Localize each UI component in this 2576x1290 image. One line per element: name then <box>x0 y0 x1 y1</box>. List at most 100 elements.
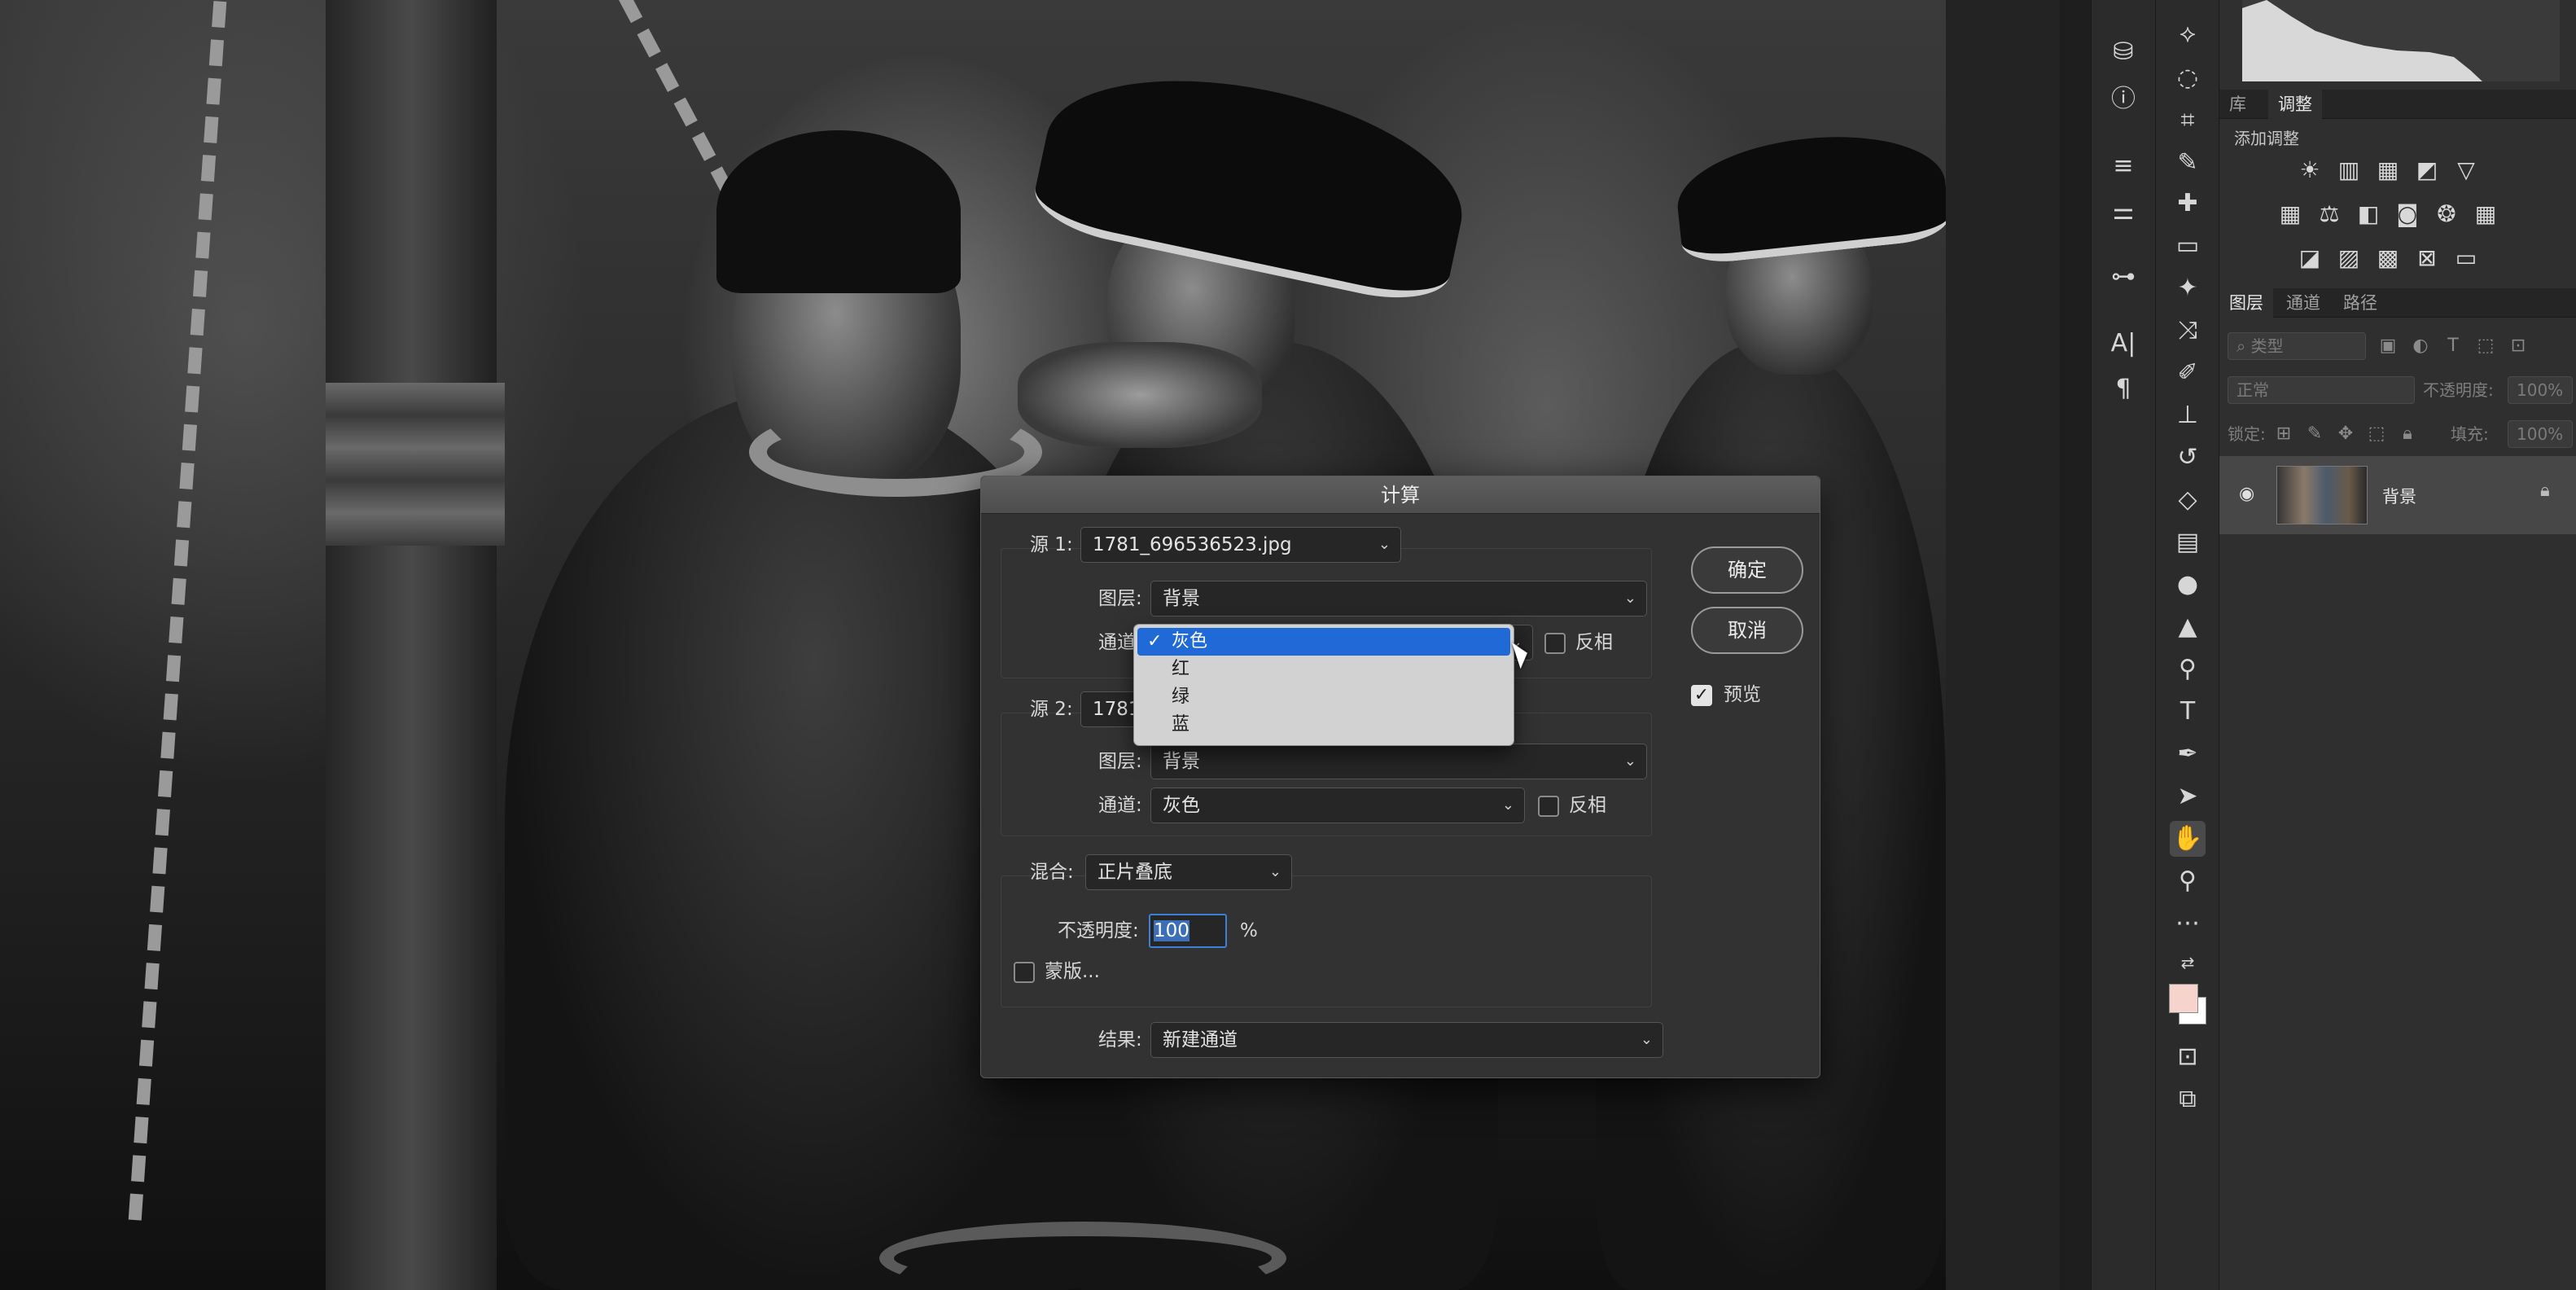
fill-label: 填充: <box>2451 424 2489 444</box>
hue-saturation-icon[interactable]: ▦ <box>2276 200 2304 228</box>
tab-layers[interactable]: 图层 <box>2219 288 2273 318</box>
layer-opacity-field[interactable]: 100% <box>2508 376 2573 404</box>
tools-toolbar: ⟡ ◌ ⌗ ✎ ✚ ▭ ✦ ⤨ ✐ ⊥ ↺ ◇ ▤ ● ▲ ⚲ T ✒ ➤ ✋ … <box>2156 0 2219 1290</box>
blur-tool-icon[interactable]: ● <box>2170 567 2206 603</box>
exposure-icon[interactable]: ◩ <box>2413 156 2441 184</box>
channel-option-red[interactable]: 红 <box>1137 656 1510 683</box>
source2-channel-select[interactable]: 灰色 ⌄ <box>1150 788 1525 823</box>
swap-colors-icon[interactable]: ⇄ <box>2170 945 2206 981</box>
invert-icon[interactable]: ◪ <box>2296 244 2324 272</box>
lock-all-icon[interactable]: 🔒︎ <box>2394 420 2421 448</box>
path-selection-tool-icon[interactable]: ➤ <box>2170 779 2206 814</box>
eraser-tool-icon[interactable]: ◇ <box>2170 482 2206 518</box>
canvas-gutter <box>1946 0 2060 1290</box>
blend-opacity-input[interactable]: 100 <box>1149 914 1227 948</box>
tab-library[interactable]: 库 <box>2219 90 2256 119</box>
pen-tool-icon[interactable]: ✒ <box>2170 736 2206 772</box>
channel-option-label: 绿 <box>1172 687 1190 707</box>
spot-healing-tool-icon[interactable]: ✚ <box>2170 186 2206 222</box>
curves-icon[interactable]: ▦ <box>2374 156 2402 184</box>
photo-filter-icon[interactable]: ◙ <box>2394 200 2421 228</box>
paragraph-panel-icon[interactable]: ¶ <box>2105 371 2141 407</box>
threshold-icon[interactable]: ▩ <box>2374 244 2402 272</box>
gradient-tool-icon[interactable]: ▤ <box>2170 524 2206 560</box>
layer-name: 背景 <box>2382 487 2416 507</box>
brush-tool-icon[interactable]: ✐ <box>2170 355 2206 391</box>
filter-shape-icon[interactable]: ⬚ <box>2472 332 2499 360</box>
source1-file-select[interactable]: 1781_696536523.jpg ⌄ <box>1080 527 1401 563</box>
character-panel-icon[interactable]: A| <box>2105 326 2141 362</box>
source2-invert-checkbox[interactable] <box>1538 796 1559 817</box>
sharpen-tool-icon[interactable]: ▲ <box>2170 609 2206 645</box>
eyedropper-tool-icon[interactable]: ✎ <box>2170 145 2206 181</box>
quick-mask-icon[interactable]: ⊡ <box>2170 1039 2206 1075</box>
layer-row-background[interactable]: ◉ 背景 🔒︎ <box>2219 456 2576 534</box>
source1-layer-select[interactable]: 背景 ⌄ <box>1150 581 1647 616</box>
quick-selection-tool-icon[interactable]: ◌ <box>2170 60 2206 96</box>
dodge-tool-icon[interactable]: ⚲ <box>2170 652 2206 687</box>
source2-layer-select[interactable]: 背景 ⌄ <box>1150 744 1647 779</box>
fill-field[interactable]: 100% <box>2508 420 2573 448</box>
history-brush-tool-icon[interactable]: ↺ <box>2170 440 2206 476</box>
foreground-color-swatch[interactable] <box>2169 984 2198 1013</box>
lock-position-icon[interactable]: ✥ <box>2332 420 2359 448</box>
filter-pixel-icon[interactable]: ▣ <box>2374 332 2402 360</box>
properties-panel-icon[interactable]: ⛁ <box>2105 34 2141 70</box>
filter-type-icon[interactable]: T <box>2439 332 2467 360</box>
source1-invert-checkbox[interactable] <box>1544 633 1566 654</box>
levels-icon[interactable]: ▥ <box>2335 156 2363 184</box>
ok-button[interactable]: 确定 <box>1691 546 1803 594</box>
result-select[interactable]: 新建通道 ⌄ <box>1150 1022 1663 1058</box>
channel-mixer-icon[interactable]: ❂ <box>2433 200 2460 228</box>
channel-option-blue[interactable]: 蓝 <box>1137 711 1510 739</box>
source2-channel-label: 通道: <box>1098 795 1142 816</box>
tab-paths[interactable]: 路径 <box>2333 288 2387 318</box>
lock-artboard-icon[interactable]: ⬚ <box>2363 420 2390 448</box>
color-lookup-icon[interactable]: ▦ <box>2472 200 2499 228</box>
channel-option-green[interactable]: 绿 <box>1137 683 1510 711</box>
black-white-icon[interactable]: ◧ <box>2355 200 2382 228</box>
blend-mode-dialog-value: 正片叠底 <box>1097 862 1172 883</box>
bandage-tool-icon[interactable]: ▭ <box>2170 228 2206 264</box>
brush-settings-icon[interactable]: ≡ <box>2105 148 2141 184</box>
filter-adjustment-icon[interactable]: ◐ <box>2407 332 2434 360</box>
vibrance-icon[interactable]: ▽ <box>2452 156 2480 184</box>
hand-tool-icon[interactable]: ✋ <box>2170 821 2206 857</box>
wooden-post-binding <box>326 383 505 546</box>
source1-label: 源 1: <box>1030 534 1073 555</box>
screen-mode-icon[interactable]: ⧉ <box>2170 1082 2206 1117</box>
eye-icon[interactable]: ◉ <box>2239 484 2254 504</box>
blend-opacity-unit: % <box>1240 920 1258 941</box>
polygon-lasso-tool-icon[interactable]: ⟡ <box>2170 16 2206 52</box>
crop-tool-icon[interactable]: ⌗ <box>2170 103 2206 138</box>
layer-filter-select[interactable]: ⌕ 类型 <box>2228 332 2366 360</box>
tab-channels[interactable]: 通道 <box>2276 288 2330 318</box>
gradient-map-icon[interactable]: ▭ <box>2452 244 2480 272</box>
stamp-tool-icon[interactable]: ⊥ <box>2170 397 2206 433</box>
channel-option-gray[interactable]: ✓ 灰色 <box>1137 628 1510 656</box>
adjustments-panel-icon[interactable]: ⚌ <box>2105 194 2141 230</box>
source2-invert-label: 反相 <box>1569 795 1606 816</box>
blend-mode-dialog-select[interactable]: 正片叠底 ⌄ <box>1085 854 1292 890</box>
selective-color-icon[interactable]: ⊠ <box>2413 244 2441 272</box>
blend-mode-select[interactable]: 正常 <box>2228 376 2415 404</box>
histogram <box>2242 0 2560 81</box>
cancel-button[interactable]: 取消 <box>1691 607 1803 654</box>
color-balance-icon[interactable]: ⚖ <box>2315 200 2343 228</box>
tab-adjustments[interactable]: 调整 <box>2268 90 2322 119</box>
lock-image-icon[interactable]: ✎ <box>2301 420 2328 448</box>
preview-checkbox[interactable]: ✓ <box>1691 685 1712 706</box>
content-aware-tool-icon[interactable]: ✦ <box>2170 270 2206 306</box>
more-tools-icon[interactable]: ⋯ <box>2170 906 2206 941</box>
person-left-hair <box>716 130 961 293</box>
filter-smart-icon[interactable]: ⊡ <box>2504 332 2532 360</box>
lock-transparent-icon[interactable]: ⊞ <box>2270 420 2298 448</box>
brightness-icon[interactable]: ☀ <box>2296 156 2324 184</box>
shuffle-tool-icon[interactable]: ⤨ <box>2170 313 2206 349</box>
info-panel-icon[interactable]: ⓘ <box>2105 81 2141 117</box>
mask-checkbox[interactable] <box>1014 962 1035 983</box>
clone-source-icon[interactable]: ⊶ <box>2105 259 2141 295</box>
posterize-icon[interactable]: ▨ <box>2335 244 2363 272</box>
zoom-tool-icon[interactable]: ⚲ <box>2170 863 2206 899</box>
type-tool-icon[interactable]: T <box>2170 694 2206 730</box>
